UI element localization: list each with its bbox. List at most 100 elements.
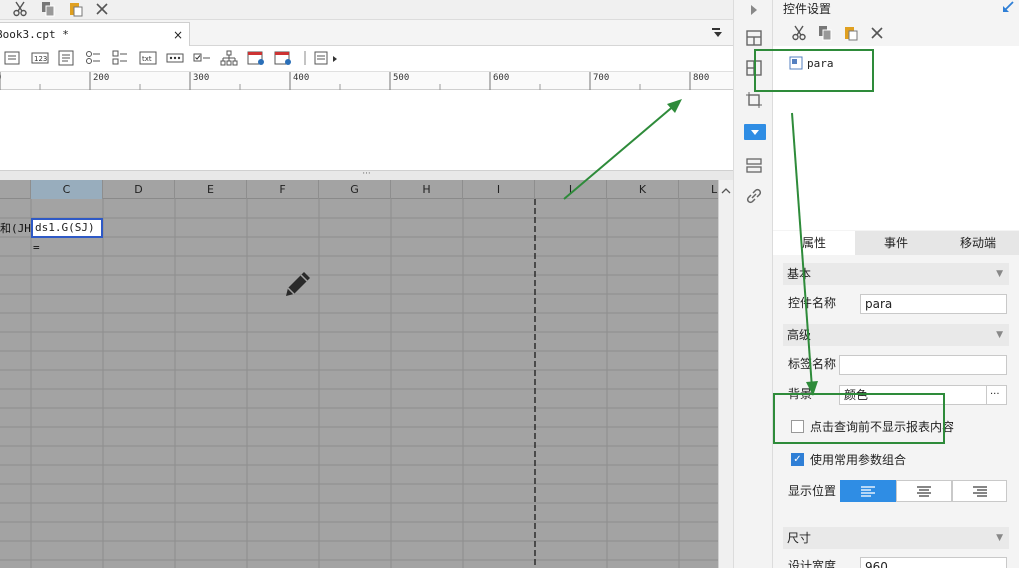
section-advanced-label: 高级	[787, 328, 812, 342]
section-size-label: 尺寸	[787, 531, 812, 545]
widget-settings-panel: 控件设置 para 属性 事件 移动端 基本 ▼ 控件名称 para 高级 ▼ 标签…	[773, 0, 1019, 568]
section-basic[interactable]: 基本 ▼	[783, 263, 1009, 285]
pin-panel-icon[interactable]	[1001, 0, 1015, 17]
column-header-b[interactable]	[0, 180, 31, 199]
paste-icon[interactable]	[66, 0, 86, 18]
copy-icon[interactable]	[815, 24, 835, 42]
combo-box-icon[interactable]	[744, 124, 766, 140]
common-param-checkbox[interactable]: ✓	[791, 453, 804, 466]
background-select[interactable]: 颜色	[839, 385, 986, 405]
cell-b2[interactable]: 和(JH	[0, 220, 31, 236]
background-label: 背景	[788, 387, 813, 401]
design-width-input[interactable]: 960	[860, 557, 1007, 568]
toolbar-divider	[303, 50, 307, 66]
column-header-h[interactable]: H	[391, 180, 463, 199]
hide-before-query-checkbox[interactable]	[791, 420, 804, 433]
frame-icon[interactable]	[744, 58, 764, 78]
column-header-row: C D E F G H I J K L	[0, 180, 718, 199]
ruler-mark: 500	[393, 73, 410, 83]
align-center-icon	[917, 486, 931, 497]
collapse-arrow-icon[interactable]	[744, 0, 764, 20]
tab-properties[interactable]: 属性	[773, 231, 855, 255]
scroll-up-icon[interactable]	[719, 184, 733, 198]
close-tab-icon[interactable]: ×	[173, 28, 183, 42]
column-header-k[interactable]: K	[607, 180, 679, 199]
column-header-g[interactable]: G	[319, 180, 391, 199]
column-header-i[interactable]: I	[463, 180, 535, 199]
align-right-icon	[972, 486, 987, 497]
align-left-button[interactable]	[840, 480, 896, 502]
collapse-caret-icon[interactable]: ▼	[996, 263, 1003, 285]
split-handle[interactable]: ···	[362, 169, 371, 179]
hide-before-query-row[interactable]: 点击查询前不显示报表内容	[791, 418, 954, 435]
side-icon-column	[733, 0, 773, 568]
widget-name-input[interactable]: para	[860, 294, 1007, 314]
datetime-icon[interactable]	[274, 50, 292, 66]
cell-c3[interactable]: =	[33, 241, 40, 254]
top-toolbar	[0, 0, 733, 20]
section-advanced[interactable]: 高级 ▼	[783, 324, 1009, 346]
ruler-mark: 800	[693, 73, 710, 83]
background-more-button[interactable]: ···	[986, 385, 1007, 405]
tree-item-para[interactable]: para	[789, 56, 834, 70]
vertical-scrollbar[interactable]	[718, 180, 733, 568]
collapse-caret-icon[interactable]: ▼	[996, 527, 1003, 549]
pencil-icon	[282, 268, 314, 303]
column-header-f[interactable]: F	[247, 180, 319, 199]
ruler-mark: 100	[0, 73, 1, 83]
number-field-icon[interactable]: 123	[31, 50, 49, 66]
crop-icon[interactable]	[744, 90, 764, 110]
svg-text:123: 123	[34, 55, 47, 63]
textarea-icon[interactable]	[58, 50, 76, 66]
tab-mobile[interactable]: 移动端	[937, 231, 1019, 255]
tree-icon[interactable]	[220, 50, 238, 66]
column-header-e[interactable]: E	[175, 180, 247, 199]
report-grid[interactable]: C D E F G H I J K L 和(JH ds1.G(SJ) =	[0, 180, 718, 568]
ruler-mark: 700	[593, 73, 610, 83]
radio-group-icon[interactable]	[85, 50, 103, 66]
tab-menu-icon[interactable]	[711, 27, 725, 42]
column-header-c[interactable]: C	[31, 180, 103, 199]
text-field-icon[interactable]	[4, 50, 22, 66]
list-icon[interactable]	[744, 155, 764, 175]
widget-node-icon	[789, 56, 803, 70]
column-header-j[interactable]: J	[535, 180, 607, 199]
delete-icon[interactable]	[92, 0, 112, 18]
align-left-icon	[861, 486, 875, 497]
copy-icon[interactable]	[38, 0, 58, 18]
cut-icon[interactable]	[789, 24, 809, 42]
cut-icon[interactable]	[10, 0, 30, 18]
link-icon[interactable]	[744, 186, 764, 206]
design-width-label: 设计宽度	[788, 559, 837, 568]
ruler-mark: 400	[293, 73, 310, 83]
align-right-button[interactable]	[952, 480, 1007, 502]
common-param-label: 使用常用参数组合	[810, 453, 907, 467]
hide-before-query-label: 点击查询前不显示报表内容	[810, 420, 955, 434]
align-center-button[interactable]	[896, 480, 952, 502]
grid-lines	[0, 199, 718, 568]
property-tabs: 属性 事件 移动端	[773, 231, 1019, 255]
tab-events[interactable]: 事件	[855, 231, 937, 255]
column-header-d[interactable]: D	[103, 180, 175, 199]
more-widgets-icon[interactable]	[314, 50, 340, 66]
password-icon[interactable]	[166, 50, 184, 66]
date-icon[interactable]	[247, 50, 265, 66]
cell-c2-selected[interactable]: ds1.G(SJ)	[31, 218, 103, 238]
collapse-caret-icon[interactable]: ▼	[996, 324, 1003, 346]
label-txt-icon[interactable]: txt	[139, 50, 157, 66]
checkbox-icon[interactable]	[193, 50, 211, 66]
common-param-row[interactable]: ✓ 使用常用参数组合	[791, 451, 906, 468]
ruler-mark: 200	[93, 73, 110, 83]
parameter-canvas[interactable]	[0, 90, 733, 170]
column-header-l[interactable]: L	[679, 180, 718, 199]
section-size[interactable]: 尺寸 ▼	[783, 527, 1009, 549]
checkbox-group-icon[interactable]	[112, 50, 130, 66]
layout-icon[interactable]	[744, 28, 764, 48]
ruler-mark: 600	[493, 73, 510, 83]
delete-icon[interactable]	[867, 24, 887, 42]
split-bar[interactable]: ···	[0, 170, 733, 180]
horizontal-ruler: 100 200 300 400 500 600 700 800	[0, 72, 733, 90]
file-tab[interactable]: Book3.cpt * ×	[0, 22, 190, 46]
tag-name-input[interactable]	[839, 355, 1007, 375]
paste-icon[interactable]	[841, 24, 861, 42]
